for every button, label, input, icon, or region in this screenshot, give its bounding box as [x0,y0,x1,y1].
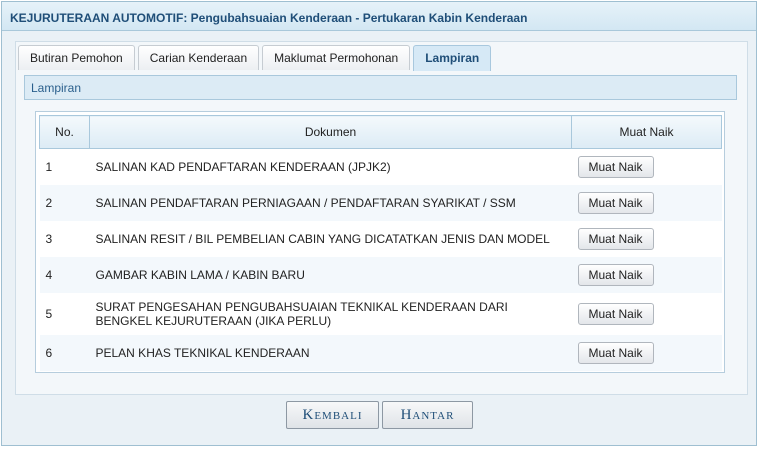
document-name: SALINAN RESIT / BIL PEMBELIAN CABIN YANG… [89,220,572,257]
row-number: 4 [39,256,90,293]
tab-bar: Butiran Pemohon Carian Kenderaan Makluma… [18,45,494,71]
tab-carian-kenderaan[interactable]: Carian Kenderaan [137,45,260,70]
upload-button[interactable]: Muat Naik [577,227,654,250]
main-window: KEJURUTERAAN AUTOMOTIF: Pengubahsuaian K… [1,1,757,446]
table-row: 3 SALINAN RESIT / BIL PEMBELIAN CABIN YA… [39,220,722,257]
document-name: GAMBAR KABIN LAMA / KABIN BARU [89,256,572,293]
document-name: PELAN KHAS TEKNIKAL KENDERAAN [89,334,572,371]
column-header-no: No. [39,115,90,149]
document-name: SALINAN PENDAFTARAN PERNIAGAAN / PENDAFT… [89,184,572,221]
row-number: 1 [39,148,90,185]
table-row: 6 PELAN KHAS TEKNIKAL KENDERAAN Muat Nai… [39,334,722,371]
form-panel: Butiran Pemohon Carian Kenderaan Makluma… [15,41,748,395]
row-number: 6 [39,334,90,371]
upload-button[interactable]: Muat Naik [577,191,654,214]
upload-button[interactable]: Muat Naik [577,302,654,325]
attachments-table: No. Dokumen Muat Naik 1 SALINAN KAD PEND… [39,115,722,371]
section-title: Lampiran [24,75,737,100]
document-name: SURAT PENGESAHAN PENGUBAHSUAIAN TEKNIKAL… [89,292,572,335]
table-header-row: No. Dokumen Muat Naik [39,115,722,149]
back-button[interactable]: Kembali [286,401,379,429]
document-name: SALINAN KAD PENDAFTARAN KENDERAAN (JPJK2… [89,148,572,185]
row-number: 3 [39,220,90,257]
row-number: 2 [39,184,90,221]
submit-button[interactable]: Hantar [382,401,473,429]
upload-button[interactable]: Muat Naik [577,263,654,286]
upload-button[interactable]: Muat Naik [577,155,654,178]
upload-button[interactable]: Muat Naik [577,341,654,364]
attachments-table-container: No. Dokumen Muat Naik 1 SALINAN KAD PEND… [35,111,725,373]
column-header-dokumen: Dokumen [89,115,572,149]
window-title: KEJURUTERAAN AUTOMOTIF: Pengubahsuaian K… [2,2,756,31]
table-row: 4 GAMBAR KABIN LAMA / KABIN BARU Muat Na… [39,256,722,293]
tab-lampiran[interactable]: Lampiran [413,45,492,71]
tab-maklumat-permohonan[interactable]: Maklumat Permohonan [262,45,411,70]
row-number: 5 [39,292,90,335]
table-row: 1 SALINAN KAD PENDAFTARAN KENDERAAN (JPJ… [39,148,722,185]
column-header-muat-naik: Muat Naik [571,115,722,149]
table-row: 2 SALINAN PENDAFTARAN PERNIAGAAN / PENDA… [39,184,722,221]
table-row: 5 SURAT PENGESAHAN PENGUBAHSUAIAN TEKNIK… [39,292,722,335]
tab-butiran-pemohon[interactable]: Butiran Pemohon [18,45,135,70]
